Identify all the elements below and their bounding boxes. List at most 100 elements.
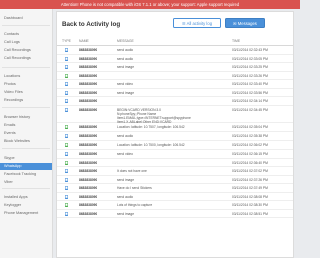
phone-icon [65,134,68,138]
all-activity-button[interactable]: ☰ All activity log [173,18,221,28]
table-row[interactable]: 8683838090 03/11/2014 02:34:14 PM [57,97,293,106]
message-text: send audio [117,56,134,61]
table-row[interactable]: 8683838090 Location: latitude: 10.7500, l… [57,141,293,150]
message-text: send video [117,82,133,86]
col-name: NAME [79,39,89,43]
table-row[interactable]: 8683838090 Lots of things to capture 03/11… [57,201,293,210]
message-text: Location: latitude: 10.7500, longitude: … [117,142,185,147]
phone-icon [65,48,68,52]
phone-icon [65,152,68,156]
sidebar-divider [2,188,50,189]
messages-panel: Back to Activity log ☰ All activity log … [56,11,294,258]
list-icon: ☰ [181,21,186,26]
phone-icon [65,99,68,103]
message-time: 03/11/2014 02:38:30 PM [232,203,268,207]
message-text: send image [117,211,135,216]
contact-number: 8683838090 [79,152,98,156]
table-row[interactable]: 8683838090 send image 03/11/2014 02:37:26 … [57,176,293,184]
table-row[interactable]: 8683838090 BEGIN:VCARD VERSION:3.0 N:phon… [57,106,293,124]
sidebar-item[interactable]: Recordings [0,97,52,104]
table-row[interactable]: 8683838090 send audio 03/11/2014 02:38:08 … [57,193,293,201]
message-time: 03/11/2014 02:33:26 PM [232,73,268,78]
sidebar-item[interactable]: Events [0,130,52,137]
sidebar-item[interactable]: Browser history [0,114,52,121]
phone-icon [65,142,68,147]
message-time: 03/11/2014 02:35:04 PM [232,124,268,129]
message-text: send video [117,152,133,156]
message-text: send image [117,90,135,95]
phone-icon [65,56,68,61]
table-row[interactable]: 8683838090 send audio 03/11/2014 02:35:38 … [57,132,293,141]
table-row[interactable]: 8683838090 send video 03/11/2014 02:36:15 … [57,150,293,159]
table-row[interactable]: 8683838090 Location: latitude: 10.7507, l… [57,123,293,132]
sidebar-item[interactable]: Facebook Tracking [0,171,52,178]
page-title[interactable]: Back to Activity log [62,21,120,28]
message-time: 03/11/2014 02:37:26 PM [232,177,268,182]
phone-icon [65,90,68,95]
envelope-icon: ✉ [233,21,237,26]
sidebar-item[interactable]: Locations [0,73,52,80]
contact-number: 8683838090 [79,134,98,138]
message-time: 03/11/2014 02:33:40 PM [232,82,268,86]
table-row[interactable]: 8683838090 It does not have one 03/11/2014… [57,167,293,176]
phone-icon [65,186,68,190]
table-row[interactable]: 8683838090 send image 03/11/2014 02:33:56 … [57,89,293,97]
message-time: 03/11/2014 02:33:05 PM [232,56,268,61]
contact-number: 8683838090 [79,56,98,61]
sidebar-item[interactable]: WhatsApp [0,163,52,170]
sidebar-item[interactable]: Keylogger [0,202,52,209]
message-time: 03/11/2014 02:36:15 PM [232,152,268,156]
message-time: 03/11/2014 02:37:49 PM [232,186,268,190]
sidebar-item[interactable]: Contacts [0,31,52,38]
message-time: 03/11/2014 02:37:02 PM [232,169,268,173]
message-time: 03/11/2014 02:38:51 PM [232,211,268,216]
sidebar-item[interactable]: Call Logs [0,39,52,46]
sidebar-item[interactable]: Call Recordings [0,47,52,54]
col-message: MESSAGE [117,39,134,43]
contact-number: 8683838090 [79,142,98,147]
sidebar-item[interactable]: Installed Apps [0,194,52,201]
contact-number: 8683838090 [79,82,98,86]
contact-number: 8683838090 [79,169,98,173]
sidebar-item[interactable]: Phone Management [0,210,52,217]
table-row[interactable]: 8683838090 03/11/2014 02:36:40 PM [57,159,293,167]
sidebar-item[interactable]: Photos [0,81,52,88]
sidebar-item[interactable]: Dashboard [0,15,52,22]
message-text: BEGIN:VCARD VERSION:3.0 N:phoneSpy;;Phon… [117,107,191,124]
table-row[interactable]: 8683838090 Have do I send Stickers 03/11/2… [57,184,293,193]
message-text: send image [117,177,135,182]
table-row[interactable]: 8683838090 send video 03/11/2014 02:33:40 … [57,80,293,89]
phone-icon [65,73,68,78]
sidebar-divider [2,107,50,108]
contact-number: 8683838090 [79,160,98,165]
table-row[interactable]: 8683838090 03/11/2014 02:33:26 PM [57,72,293,80]
message-text: send audio [117,194,134,199]
table-header: TYPE NAME MESSAGE TIME [57,38,293,46]
messages-button[interactable]: ✉ Messages [225,18,265,28]
warning-banner: Attention! Phone is not compatible with … [0,0,300,9]
message-text: send audio [117,134,134,138]
sidebar-item[interactable]: Emails [0,122,52,129]
message-text: send image [117,65,135,69]
sidebar-item[interactable]: Video Files [0,89,52,96]
contact-number: 8683838090 [79,48,98,52]
table-row[interactable]: 8683838090 send image 03/11/2014 02:33:25 … [57,63,293,72]
sidebar-item[interactable]: Block Websites [0,138,52,145]
sidebar-item[interactable]: Skype [0,155,52,162]
table-row[interactable]: 8683838090 send image 03/11/2014 02:38:51 … [57,210,293,218]
sidebar-divider [2,67,50,68]
contact-number: 8683838090 [79,107,98,112]
contact-number: 8683838090 [79,65,98,69]
message-time: 03/11/2014 02:34:14 PM [232,99,268,103]
sidebar-item[interactable]: Call Recordings [0,55,52,62]
sidebar-divider [2,148,50,149]
contact-number: 8683838090 [79,194,98,199]
phone-icon [65,65,68,69]
message-time: 03/11/2014 02:34:45 PM [232,107,268,112]
table-row[interactable]: 8683838090 send audio 03/11/2014 02:33:05 … [57,55,293,63]
sidebar-item[interactable]: Viber [0,179,52,186]
contact-number: 8683838090 [79,211,98,216]
phone-icon [65,177,68,182]
table-row[interactable]: 8683838090 send audio 03/11/2014 02:32:43 … [57,46,293,55]
message-time: 03/11/2014 02:33:25 PM [232,65,268,69]
